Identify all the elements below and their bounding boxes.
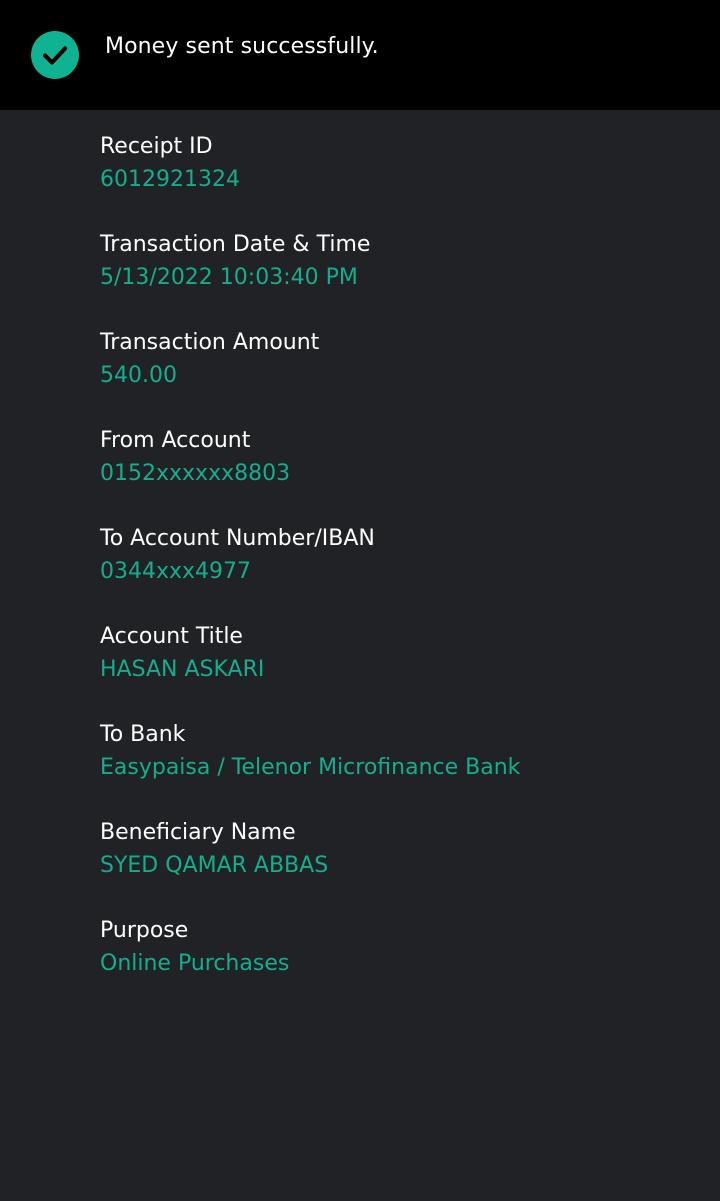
transaction-date-time-value: 5/13/2022 10:03:40 PM <box>100 265 358 290</box>
purpose-row: Purpose Online Purchases <box>100 915 680 1013</box>
from-account-row: From Account 0152xxxxxx8803 <box>100 425 680 523</box>
check-circle-icon <box>31 31 79 79</box>
to-bank-row: To Bank Easypaisa / Telenor Microfinance… <box>100 719 680 817</box>
account-title-value: HASAN ASKARI <box>100 657 265 682</box>
success-toast: Money sent successfully. <box>0 0 720 110</box>
purpose-value: Online Purchases <box>100 951 290 976</box>
transaction-date-time-label: Transaction Date & Time <box>100 232 371 257</box>
beneficiary-name-value: SYED QAMAR ABBAS <box>100 853 329 878</box>
from-account-label: From Account <box>100 428 251 453</box>
to-account-value: 0344xxx4977 <box>100 559 252 584</box>
receipt-id-row: Receipt ID 6012921324 <box>100 131 680 229</box>
from-account-value: 0152xxxxxx8803 <box>100 461 291 486</box>
receipt-details: Receipt ID 6012921324 Transaction Date &… <box>100 131 680 1013</box>
beneficiary-name-row: Beneficiary Name SYED QAMAR ABBAS <box>100 817 680 915</box>
to-bank-value: Easypaisa / Telenor Microfinance Bank <box>100 755 521 780</box>
transaction-amount-label: Transaction Amount <box>100 330 320 355</box>
receipt-id-value: 6012921324 <box>100 167 240 192</box>
account-title-label: Account Title <box>100 624 243 649</box>
transaction-date-time-row: Transaction Date & Time 5/13/2022 10:03:… <box>100 229 680 327</box>
beneficiary-name-label: Beneficiary Name <box>100 820 296 845</box>
purpose-label: Purpose <box>100 918 189 943</box>
receipt-id-label: Receipt ID <box>100 134 213 159</box>
transaction-amount-row: Transaction Amount 540.00 <box>100 327 680 425</box>
to-bank-label: To Bank <box>100 722 186 747</box>
toast-message: Money sent successfully. <box>105 34 379 59</box>
to-account-label: To Account Number/IBAN <box>100 526 375 551</box>
transaction-receipt-screen: Money sent successfully. Receipt ID 6012… <box>0 0 720 1201</box>
account-title-row: Account Title HASAN ASKARI <box>100 621 680 719</box>
to-account-row: To Account Number/IBAN 0344xxx4977 <box>100 523 680 621</box>
transaction-amount-value: 540.00 <box>100 363 177 388</box>
